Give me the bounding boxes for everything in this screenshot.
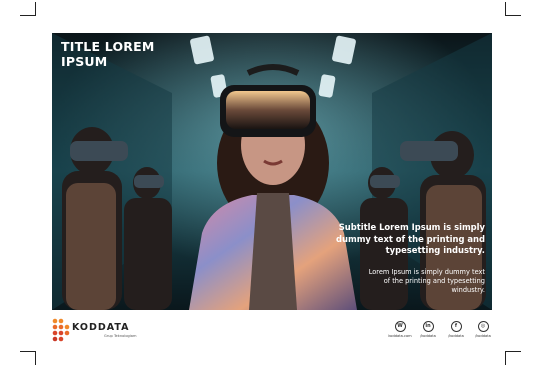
social-linkedin[interactable]: in /koddata	[414, 321, 442, 338]
social-label: koddata.com	[388, 334, 412, 338]
crop-mark	[35, 351, 36, 365]
poster-subtitle: Subtitle Lorem Ipsum is simply dummy tex…	[336, 222, 485, 255]
social-website[interactable]: W koddata.com	[386, 321, 414, 338]
crop-mark	[20, 15, 36, 16]
website-icon: W	[394, 321, 406, 332]
social-instagram[interactable]: ◎ /koddata	[469, 321, 497, 338]
crop-mark	[505, 2, 506, 16]
social-label: /koddata	[420, 334, 436, 338]
linkedin-icon: in	[422, 321, 434, 332]
poster-body-text: Lorem Ipsum is simply dummy text of the …	[368, 268, 485, 294]
instagram-icon: ◎	[477, 321, 489, 332]
social-label: /koddata	[475, 334, 491, 338]
poster-title: TITLE LOREM IPSUM	[61, 39, 155, 69]
crop-mark	[505, 15, 521, 16]
crop-mark	[505, 351, 521, 352]
brand-name: KODDATA	[72, 322, 130, 333]
crop-mark	[20, 351, 36, 352]
facebook-icon: f	[450, 321, 462, 332]
brand-tagline: Grup Teknologiam	[104, 334, 137, 338]
social-facebook[interactable]: f /koddata	[442, 321, 470, 338]
koddata-logo-icon	[52, 318, 70, 342]
social-label: /koddata	[448, 334, 464, 338]
crop-mark	[35, 2, 36, 16]
crop-mark	[505, 351, 506, 365]
